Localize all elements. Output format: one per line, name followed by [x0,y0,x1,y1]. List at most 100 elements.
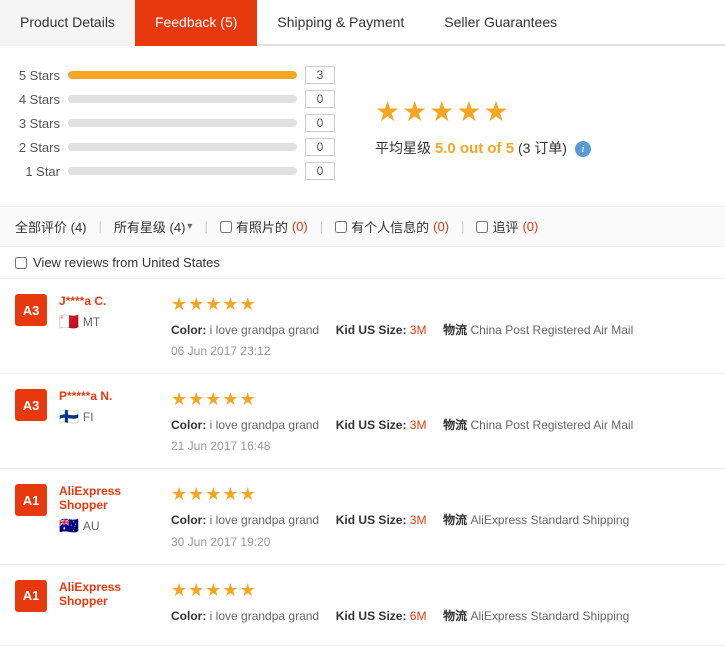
review-star: ★ [171,389,187,410]
review-item: A3 P*****a N. 🇫🇮 FI ★★★★★ Color: i love … [0,374,725,469]
review-content: ★★★★★ Color: i love grandpa grand Kid US… [171,484,710,548]
all-reviews-filter[interactable]: 全部评价 (4) [15,217,87,236]
info-icon[interactable]: i [575,141,591,157]
stars-display: ★ ★ ★ ★ ★ [375,95,591,128]
review-star: ★ [222,580,238,601]
star-row-1: 1 Star 0 [15,162,335,180]
star-bars: 5 Stars 3 4 Stars 0 3 Stars 0 2 Stars 0 [15,66,335,186]
review-content: ★★★★★ Color: i love grandpa grand Kid US… [171,389,710,453]
size-value: 3M [410,418,427,432]
review-star: ★ [205,294,221,315]
reviewer-info: AliExpress Shopper [59,580,159,630]
total-orders: (3 订单) [518,140,567,156]
bar-bg [68,167,297,175]
separator-2: | [204,219,207,234]
review-star: ★ [240,294,256,315]
star-filter-dropdown[interactable]: 所有星级 (4) ▾ [114,217,193,236]
photo-checkbox[interactable] [220,221,232,233]
logistics-value: AliExpress Standard Shipping [471,609,630,623]
followup-count: (0) [522,219,538,234]
bar-bg [68,71,297,79]
logistics-value: AliExpress Standard Shipping [471,513,630,527]
logistics-value: China Post Registered Air Mail [471,323,634,337]
country-code: AU [83,519,100,533]
size-label: Kid US Size: [336,323,407,337]
star-4: ★ [456,95,481,128]
review-item: A3 J****a C. 🇲🇹 MT ★★★★★ Color: i love g… [0,279,725,374]
photo-filter[interactable]: 有照片的 (0) [220,217,308,236]
review-date: 30 Jun 2017 19:20 [171,535,710,549]
tab-seller-guarantees[interactable]: Seller Guarantees [424,0,577,46]
bar-count: 0 [305,90,335,108]
separator-1: | [99,219,102,234]
separator-4: | [461,219,464,234]
overall-rating: ★ ★ ★ ★ ★ 平均星级 5.0 out of 5 (3 订单) i [365,66,591,186]
country-flag: 🇲🇹 [59,312,79,332]
review-star: ★ [188,389,204,410]
reviewer-country: 🇲🇹 MT [59,312,159,332]
review-stars: ★★★★★ [171,580,710,601]
reviewer-name: AliExpress Shopper [59,580,159,608]
review-star: ★ [188,294,204,315]
star-label: 4 Stars [15,92,60,107]
logistics-value: China Post Registered Air Mail [471,418,634,432]
bar-count: 0 [305,114,335,132]
followup-filter[interactable]: 追评 (0) [476,217,538,236]
size-value: 6M [410,609,427,623]
size-label: Kid US Size: [336,513,407,527]
review-star: ★ [205,389,221,410]
star-1: ★ [375,95,400,128]
reviewer-avatar: A1 [15,580,47,612]
all-reviews-label: 全部评价 (4) [15,217,87,236]
star-label: 2 Stars [15,140,60,155]
star-3: ★ [429,95,454,128]
bar-bg [68,143,297,151]
reviewer-country: 🇫🇮 FI [59,407,159,427]
color-value: i love grandpa grand [210,323,319,337]
review-star: ★ [188,484,204,505]
review-item: A1 AliExpress Shopper ★★★★★ Color: i lov… [0,565,725,646]
avg-prefix: 平均星级 [375,140,431,156]
color-label: Color: [171,513,206,527]
reviewer-avatar: A1 [15,484,47,516]
star-2: ★ [402,95,427,128]
review-stars: ★★★★★ [171,389,710,410]
review-star: ★ [205,580,221,601]
personal-filter[interactable]: 有个人信息的 (0) [335,217,449,236]
logistics-label: 物流 [443,418,467,432]
reviewer-info: J****a C. 🇲🇹 MT [59,294,159,358]
reviewer-avatar: A3 [15,389,47,421]
country-filter-checkbox[interactable] [15,257,27,269]
star-row-4: 4 Stars 0 [15,90,335,108]
review-stars: ★★★★★ [171,294,710,315]
color-label: Color: [171,323,206,337]
tab-bar: Product DetailsFeedback (5)Shipping & Pa… [0,0,725,46]
star-row-3: 3 Stars 0 [15,114,335,132]
personal-checkbox[interactable] [335,221,347,233]
review-star: ★ [222,389,238,410]
size-label: Kid US Size: [336,418,407,432]
review-details: Color: i love grandpa grand Kid US Size:… [171,607,710,626]
tab-feedback[interactable]: Feedback (5) [135,0,257,46]
review-details: Color: i love grandpa grand Kid US Size:… [171,321,710,340]
avg-number: 5.0 out of 5 [435,140,514,157]
color-value: i love grandpa grand [210,513,319,527]
review-date: 21 Jun 2017 16:48 [171,439,710,453]
size-value: 3M [410,323,427,337]
logistics-label: 物流 [443,609,467,623]
star-label: 3 Stars [15,116,60,131]
star-label: 5 Stars [15,68,60,83]
review-star: ★ [171,294,187,315]
tab-product-details[interactable]: Product Details [0,0,135,46]
color-label: Color: [171,418,206,432]
size-value: 3M [410,513,427,527]
star-label: 1 Star [15,164,60,179]
country-filter-label: View reviews from United States [33,255,220,270]
followup-checkbox[interactable] [476,221,488,233]
reviewer-country: 🇦🇺 AU [59,516,159,536]
reviewer-name: P*****a N. [59,389,159,403]
review-item: A1 AliExpress Shopper 🇦🇺 AU ★★★★★ Color:… [0,469,725,564]
chevron-down-icon: ▾ [187,221,192,232]
color-value: i love grandpa grand [210,609,319,623]
tab-shipping-payment[interactable]: Shipping & Payment [257,0,424,46]
